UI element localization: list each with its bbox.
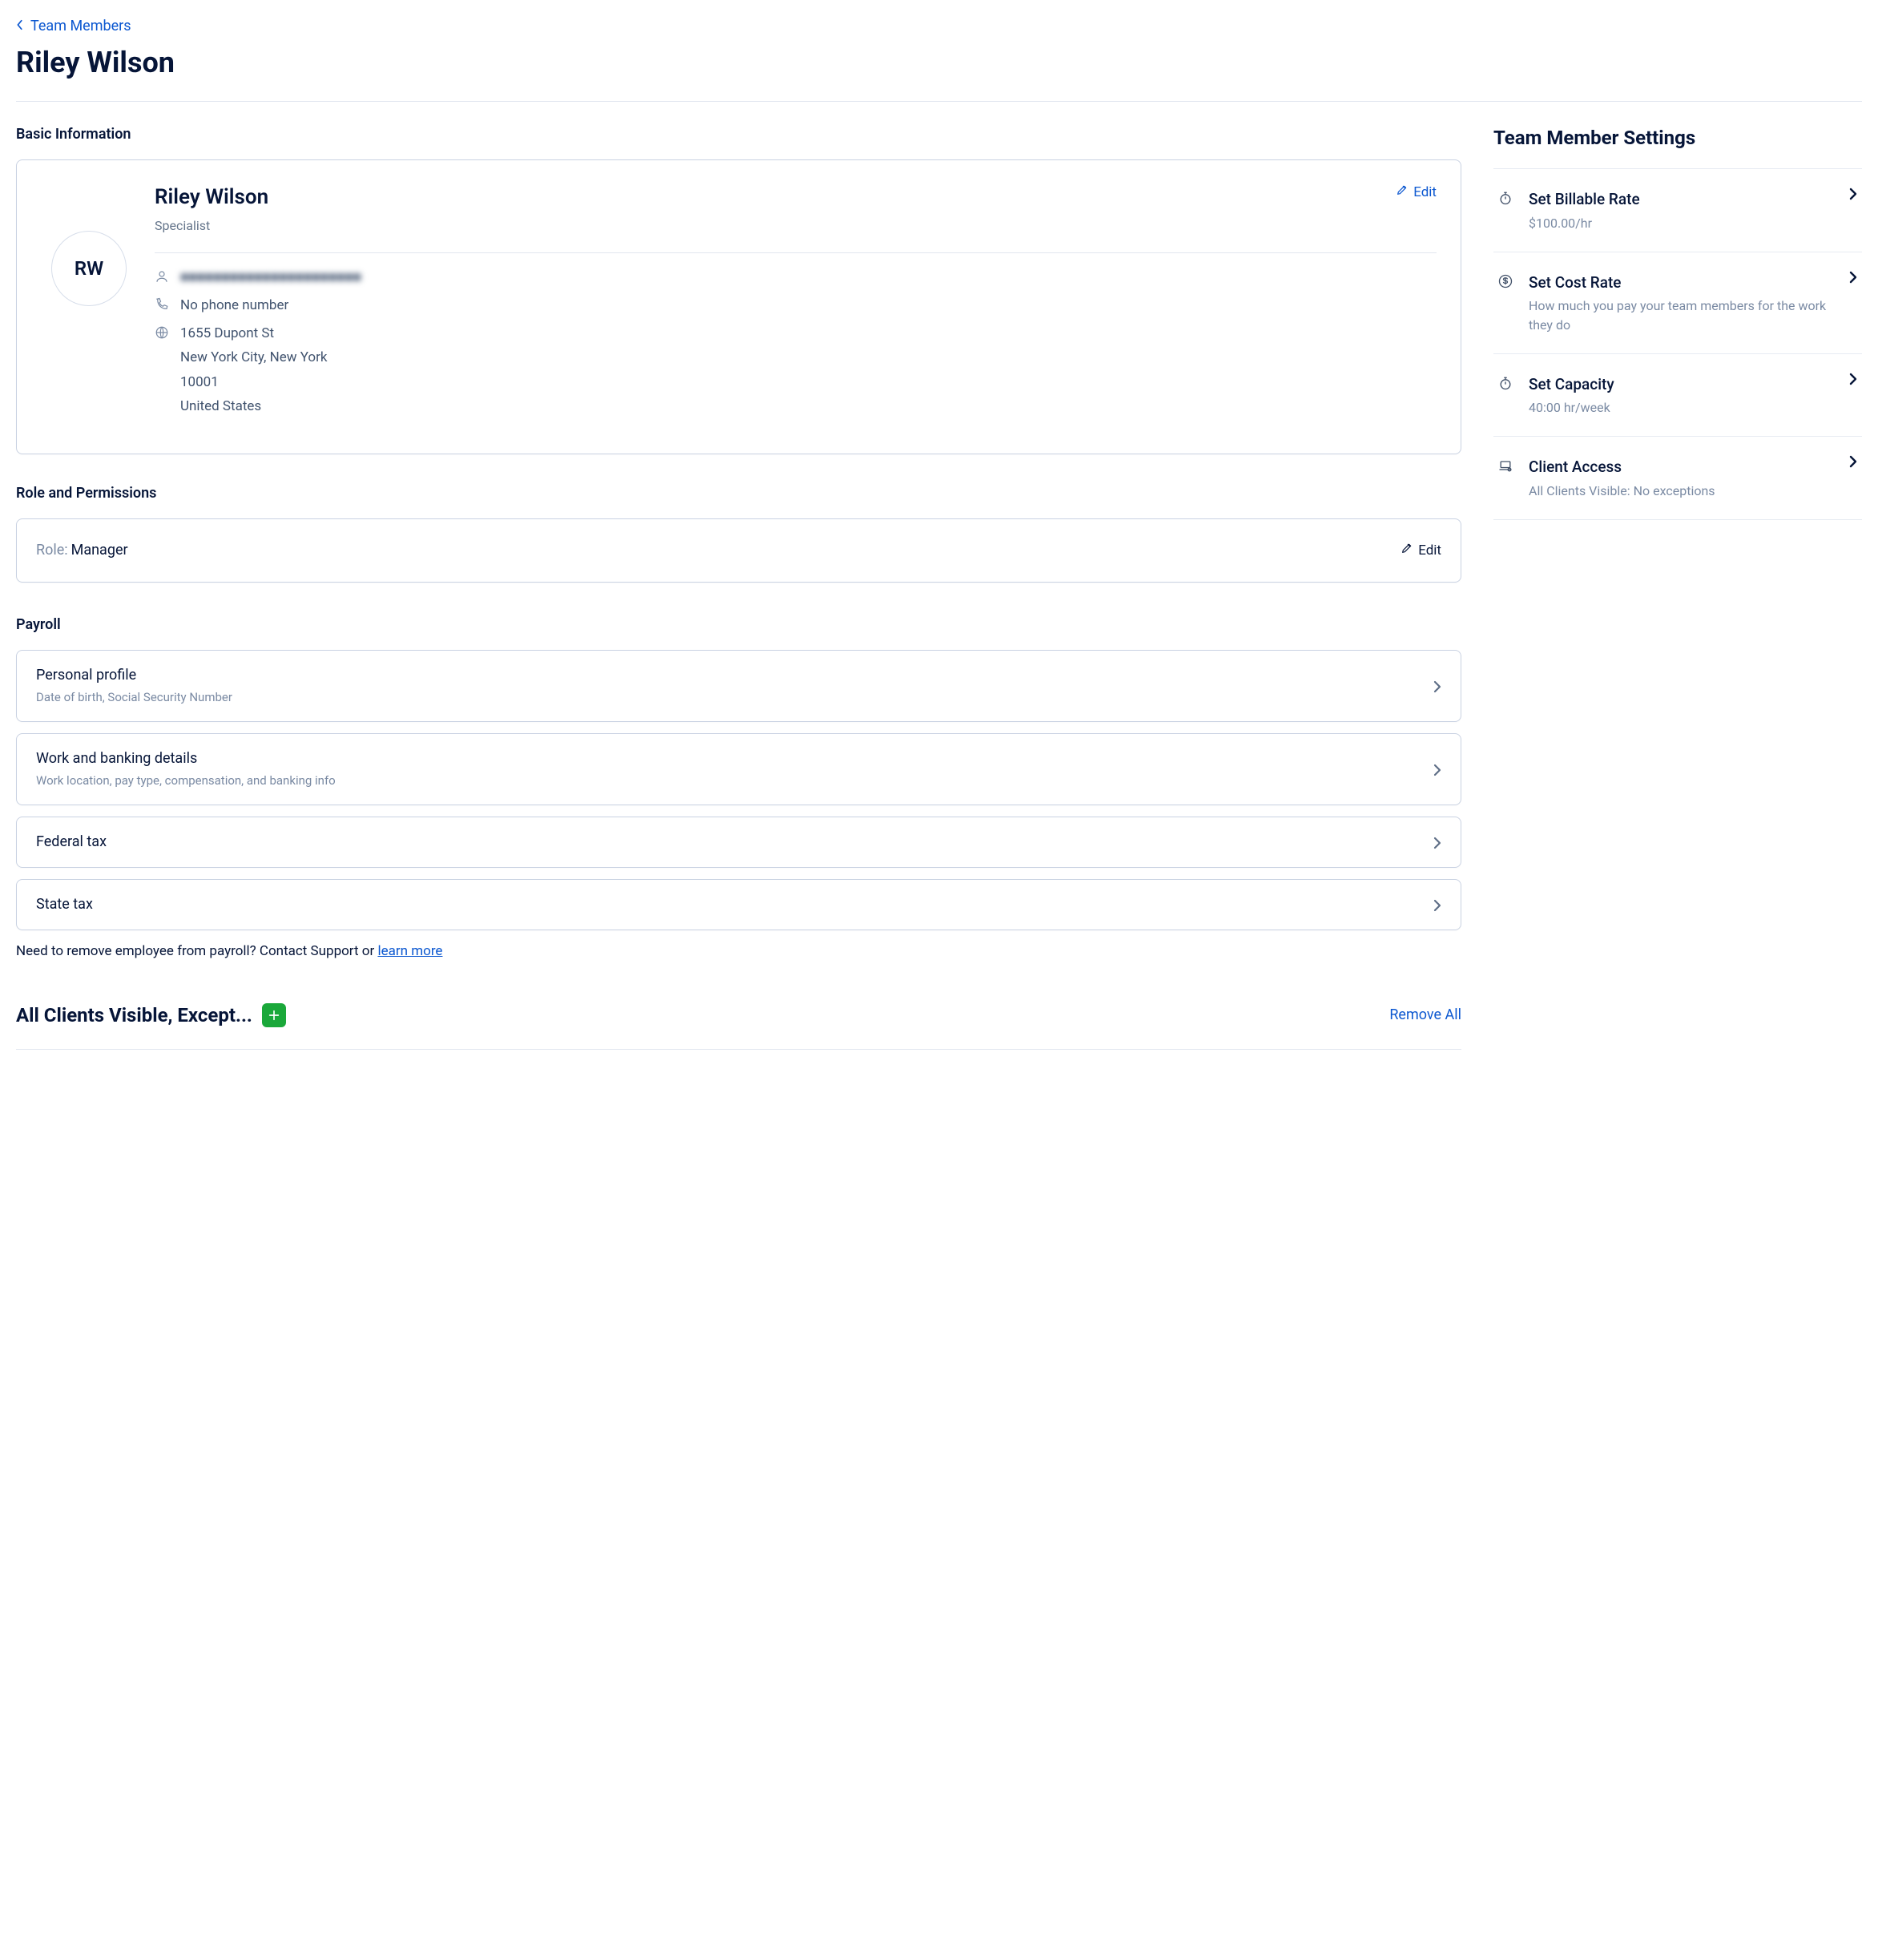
- contact-phone: No phone number: [180, 296, 288, 316]
- chevron-right-icon: [1433, 836, 1441, 849]
- role-heading: Role and Permissions: [16, 483, 1461, 504]
- contact-address-row: 1655 Dupont St New York City, New York 1…: [155, 324, 1437, 422]
- breadcrumb-team-members[interactable]: Team Members: [16, 16, 131, 37]
- contact-phone-row: No phone number: [155, 296, 1437, 316]
- settings-item-sub: How much you pay your team members for t…: [1529, 296, 1838, 333]
- payroll-item-title: Personal profile: [36, 665, 232, 686]
- payroll-work-banking[interactable]: Work and banking details Work location, …: [16, 733, 1461, 805]
- basic-info-heading: Basic Information: [16, 124, 1461, 145]
- payroll-remove-note: Need to remove employee from payroll? Co…: [16, 942, 1461, 962]
- settings-item-title: Set Capacity: [1529, 373, 1838, 396]
- settings-heading: Team Member Settings: [1493, 124, 1862, 152]
- dollar-circle-icon: [1497, 273, 1514, 334]
- payroll-heading: Payroll: [16, 615, 1461, 635]
- address-line1: 1655 Dupont St: [180, 324, 327, 344]
- avatar: RW: [51, 231, 127, 306]
- role-value: Manager: [71, 542, 128, 559]
- chevron-right-icon: [1849, 454, 1857, 473]
- globe-icon: [155, 325, 169, 340]
- avatar-initials: RW: [75, 255, 103, 283]
- settings-item-title: Client Access: [1529, 456, 1838, 478]
- payroll-item-sub: Date of birth, Social Security Number: [36, 689, 232, 707]
- payroll-item-sub: Work location, pay type, compensation, a…: [36, 772, 336, 790]
- breadcrumb-label: Team Members: [30, 16, 131, 37]
- avatar-wrap: RW: [41, 183, 137, 430]
- settings-item-title: Set Billable Rate: [1529, 188, 1838, 211]
- clients-visible-title-wrap: All Clients Visible, Except...: [16, 1002, 286, 1030]
- stopwatch-icon: [1497, 375, 1514, 417]
- header-divider: [16, 101, 1862, 102]
- clients-visible-row: All Clients Visible, Except... Remove Al…: [16, 1002, 1461, 1030]
- settings-item-sub: 40:00 hr/week: [1529, 398, 1838, 417]
- remove-note-prefix: Need to remove employee from payroll? Co…: [16, 943, 377, 959]
- stopwatch-icon: [1497, 190, 1514, 232]
- settings-list: Set Billable Rate $100.00/hr Set Cost Ra…: [1493, 168, 1862, 520]
- payroll-item-title: State tax: [36, 894, 93, 915]
- settings-client-access[interactable]: Client Access All Clients Visible: No ex…: [1493, 437, 1862, 520]
- chevron-right-icon: [1433, 680, 1441, 692]
- clients-divider: [16, 1049, 1461, 1050]
- remove-all-link[interactable]: Remove All: [1389, 1005, 1461, 1026]
- settings-capacity[interactable]: Set Capacity 40:00 hr/week: [1493, 354, 1862, 438]
- chevron-right-icon: [1849, 270, 1857, 288]
- basic-info-separator: [155, 252, 1437, 253]
- pencil-icon: [1400, 541, 1413, 561]
- laptop-icon: [1497, 458, 1514, 500]
- role-label: Role:: [36, 542, 68, 559]
- phone-icon: [155, 297, 169, 312]
- address-postal: 10001: [180, 373, 327, 393]
- payroll-item-title: Work and banking details: [36, 748, 336, 769]
- payroll-state-tax[interactable]: State tax: [16, 879, 1461, 930]
- edit-role-label: Edit: [1418, 541, 1441, 561]
- clients-visible-title: All Clients Visible, Except...: [16, 1002, 252, 1030]
- page-title: Riley Wilson: [16, 42, 1862, 83]
- member-subtitle: Specialist: [155, 216, 268, 235]
- add-client-exception-button[interactable]: [262, 1003, 286, 1027]
- learn-more-link[interactable]: learn more: [377, 943, 442, 959]
- chevron-right-icon: [1849, 187, 1857, 205]
- address-line2: New York City, New York: [180, 348, 327, 368]
- member-name: Riley Wilson: [155, 183, 268, 213]
- edit-basic-label: Edit: [1413, 183, 1437, 203]
- person-icon: [155, 269, 169, 284]
- settings-cost-rate[interactable]: Set Cost Rate How much you pay your team…: [1493, 252, 1862, 354]
- chevron-right-icon: [1849, 372, 1857, 390]
- contact-email-row: ■■■■■■■■■■■■■■■■■■■■■■: [155, 268, 1437, 288]
- payroll-item-title: Federal tax: [36, 832, 107, 853]
- chevron-left-icon: [16, 16, 24, 37]
- contact-address: 1655 Dupont St New York City, New York 1…: [180, 324, 327, 422]
- role-card: Role: Manager Edit: [16, 518, 1461, 583]
- chevron-right-icon: [1433, 763, 1441, 776]
- edit-role-button[interactable]: Edit: [1400, 541, 1441, 561]
- chevron-right-icon: [1433, 898, 1441, 911]
- settings-item-sub: All Clients Visible: No exceptions: [1529, 482, 1838, 500]
- payroll-personal-profile[interactable]: Personal profile Date of birth, Social S…: [16, 650, 1461, 722]
- edit-basic-button[interactable]: Edit: [1396, 183, 1437, 203]
- address-country: United States: [180, 397, 327, 417]
- basic-info-card: RW Riley Wilson Specialist Edit: [16, 159, 1461, 454]
- settings-billable-rate[interactable]: Set Billable Rate $100.00/hr: [1493, 169, 1862, 252]
- contact-email: ■■■■■■■■■■■■■■■■■■■■■■: [180, 268, 361, 288]
- settings-item-sub: $100.00/hr: [1529, 214, 1838, 232]
- settings-item-title: Set Cost Rate: [1529, 272, 1838, 294]
- pencil-icon: [1396, 183, 1408, 203]
- payroll-federal-tax[interactable]: Federal tax: [16, 817, 1461, 868]
